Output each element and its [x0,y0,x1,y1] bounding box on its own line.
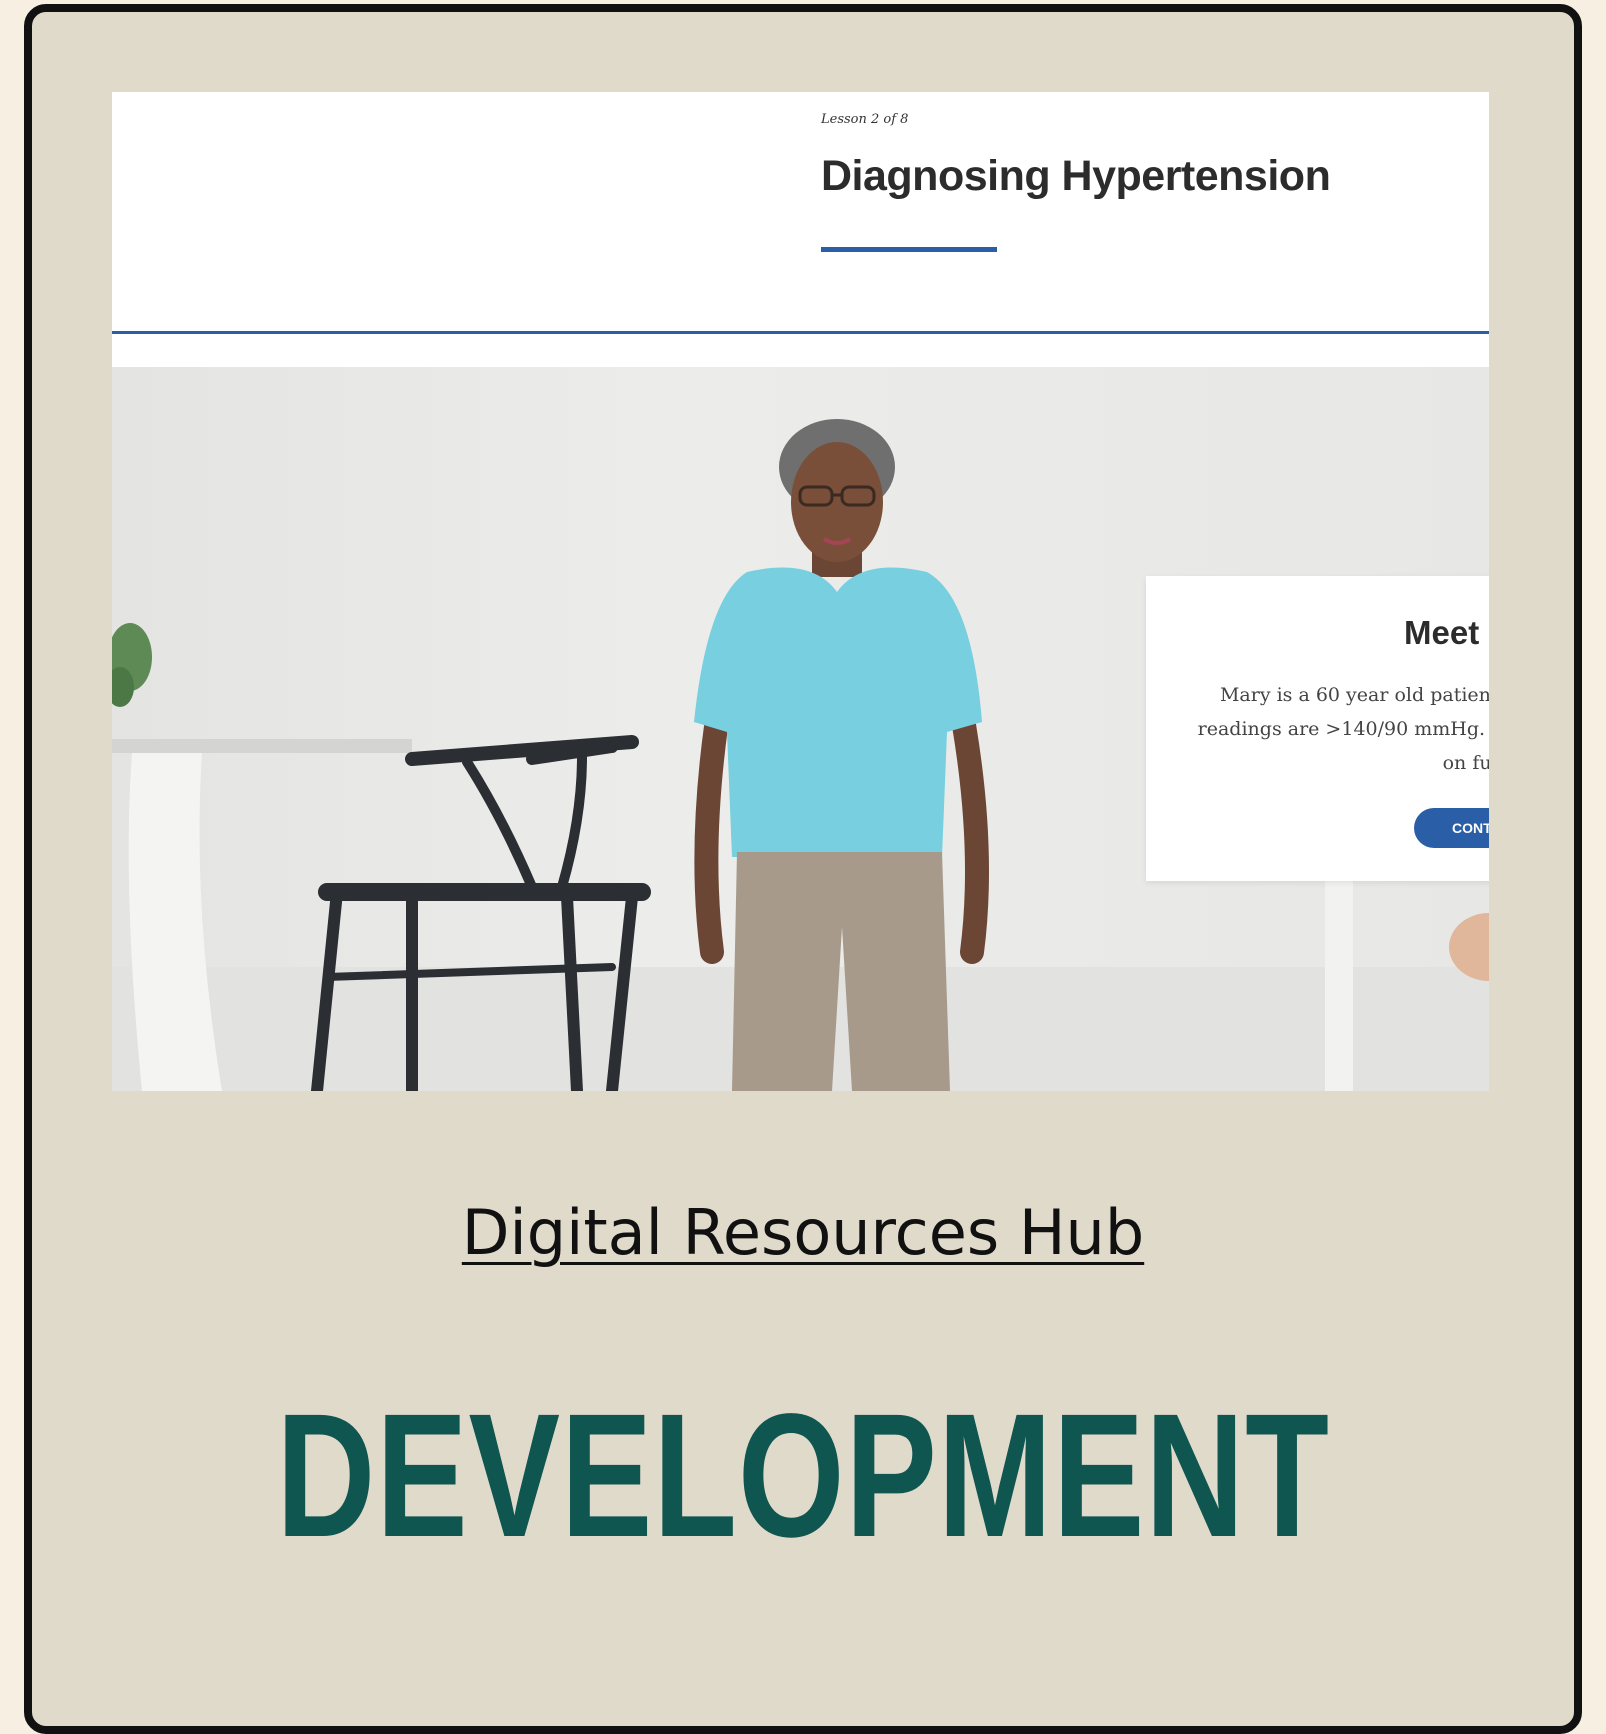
lesson-counter: Lesson 2 of 8 [821,112,909,127]
intro-card-text: Mary is a 60 year old patient o readings… [1186,678,1489,780]
lesson-header: Lesson 2 of 8 Diagnosing Hypertension [112,92,1489,332]
development-heading: DEVELOPMENT [276,1378,1330,1574]
intro-card: Meet Mary is a 60 year old patient o rea… [1146,576,1489,881]
digital-resources-hub-link[interactable]: Digital Resources Hub [0,1196,1606,1269]
intro-card-line: Mary is a 60 year old patient o [1219,684,1489,706]
title-underline [821,247,997,252]
header-divider [112,331,1489,334]
intro-card-title: Meet [1404,614,1480,651]
lesson-title: Diagnosing Hypertension [821,152,1331,200]
patient-figure [694,419,989,1091]
continue-button[interactable]: CONT [1414,808,1489,848]
intro-card-line: on fund [1442,752,1489,774]
patient-scene: Meet Mary is a 60 year old patient o rea… [112,367,1489,1091]
intro-card-line: readings are >140/90 mmHg. Th [1197,718,1489,740]
lesson-screenshot: Lesson 2 of 8 Diagnosing Hypertension Me… [112,92,1489,1091]
plant-icon [112,623,152,707]
